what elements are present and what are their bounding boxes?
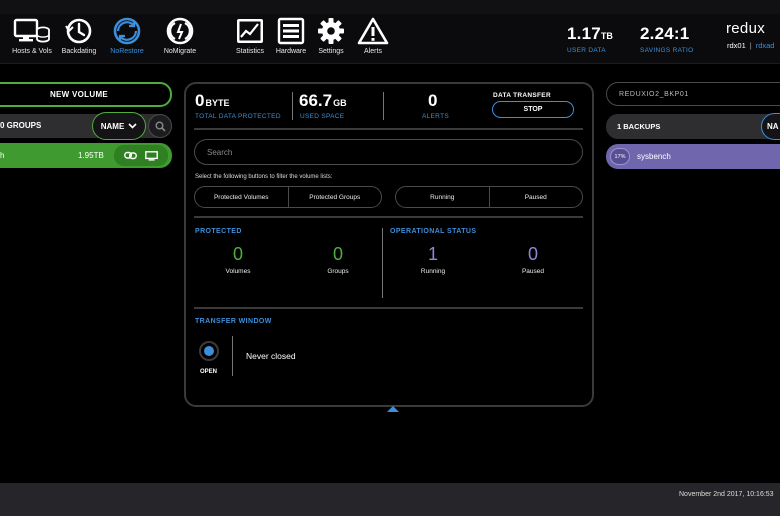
total-protected-value-wrap: 0BYTE (195, 91, 229, 111)
data-transfer-title: DATA TRANSFER (493, 92, 551, 99)
backup-server-name: REDUXIO2_BKP01 (619, 90, 689, 98)
running-counter: 1 Running (393, 244, 473, 275)
admin-link[interactable]: rdxad (756, 41, 775, 50)
footer-bar (0, 483, 780, 516)
paused-value: 0 (527, 244, 538, 264)
volume-name: h (0, 151, 5, 160)
backup-sort-label: NA (767, 122, 779, 131)
monitor-icon[interactable] (145, 150, 158, 161)
protected-groups-value: 0 (332, 244, 343, 264)
status-filter-group: Running Paused (395, 186, 583, 208)
statistics-icon (237, 19, 263, 43)
transfer-window-state: OPEN (200, 369, 218, 375)
used-space-value: 66.7 (299, 91, 333, 110)
protected-volumes-counter: 0 Volumes (198, 244, 278, 275)
protected-groups-counter: 0 Groups (298, 244, 378, 275)
sort-label: NAME (100, 121, 125, 131)
protected-groups-label: Groups (327, 268, 349, 275)
footer-datetime: November 2nd 2017, 10:16:53 (679, 491, 774, 498)
panel-divider (194, 216, 583, 218)
nav-nomigrate[interactable]: NoMigrate (152, 17, 208, 55)
stat-divider (292, 92, 293, 120)
stat-divider (383, 92, 384, 120)
filter-hint: Select the following buttons to filter t… (195, 174, 333, 180)
sort-dropdown[interactable]: NAME (92, 112, 146, 140)
nav-norestore-label: NoRestore (110, 48, 144, 55)
transfer-divider (232, 336, 233, 376)
nav-alerts-label: Alerts (364, 48, 382, 55)
brand-subline: rdx01 | rdxad (727, 41, 774, 50)
paused-label: Paused (521, 268, 545, 275)
used-space-value-wrap: 66.7GB (299, 91, 347, 111)
hardware-icon (277, 17, 305, 45)
backup-row[interactable] (606, 144, 780, 169)
running-label: Running (420, 268, 446, 275)
nav-alerts[interactable]: Alerts (345, 17, 401, 55)
backup-server-selector[interactable]: REDUXIO2_BKP01 (606, 82, 780, 106)
stop-transfer-label: STOP (523, 106, 543, 113)
savings-ratio-label: SAVINGS RATIO (640, 47, 694, 54)
alert-triangle-icon (357, 17, 389, 45)
user-data-metric: 1.17TB USER DATA (567, 24, 613, 54)
gear-icon (318, 18, 344, 44)
filter-protected-groups[interactable]: Protected Groups (287, 187, 382, 207)
volume-actions (114, 145, 168, 166)
filter-paused[interactable]: Paused (488, 187, 583, 207)
transfer-window-radio[interactable] (199, 341, 219, 361)
search-icon (155, 121, 166, 132)
stop-transfer-button[interactable]: STOP (492, 101, 574, 118)
user-data-value: 1.17 (567, 24, 601, 43)
backdating-clock-icon (65, 18, 92, 44)
alerts-value: 0 (428, 91, 438, 110)
protected-filter-group: Protected Volumes Protected Groups (194, 186, 382, 208)
alerts-value-wrap: 0 (428, 91, 437, 111)
section-divider (382, 228, 383, 298)
norestore-icon (113, 17, 141, 45)
used-space-label: USED SPACE (300, 113, 345, 120)
volume-search[interactable] (194, 139, 583, 165)
volume-size: 1.95TB (78, 151, 104, 160)
backup-name: sysbench (637, 152, 671, 161)
nav-norestore[interactable]: NoRestore (99, 17, 155, 55)
filter-protected-volumes[interactable]: Protected Volumes (195, 187, 288, 207)
total-protected-label: TOTAL DATA PROTECTED (195, 113, 281, 120)
hosts-vols-icon (13, 18, 50, 43)
protected-volumes-value: 0 (232, 244, 243, 264)
filter-running[interactable]: Running (396, 187, 489, 207)
search-button[interactable] (148, 114, 172, 138)
chevron-down-icon (128, 123, 137, 129)
user-data-unit: TB (600, 31, 613, 41)
alerts-label: ALERTS (422, 113, 449, 120)
panel-pointer-caret (387, 406, 399, 412)
total-protected-unit: BYTE (205, 98, 230, 108)
host-separator: | (749, 41, 752, 50)
operational-status-title: OPERATIONAL STATUS (390, 228, 477, 235)
search-input[interactable] (207, 146, 567, 158)
brand-logo: redux (726, 20, 766, 37)
backup-progress-badge: 17% (610, 148, 630, 165)
savings-ratio-metric: 2.24:1 SAVINGS RATIO (640, 24, 694, 54)
used-space-unit: GB (333, 98, 347, 108)
host-name: rdx01 (727, 41, 746, 50)
link-icon[interactable] (124, 151, 137, 160)
savings-ratio-value: 2.24:1 (640, 24, 690, 43)
groups-count: 0 GROUPS (0, 121, 42, 130)
paused-counter: 0 Paused (493, 244, 573, 275)
transfer-window-title: TRANSFER WINDOW (195, 318, 272, 325)
new-volume-button[interactable]: NEW VOLUME (0, 82, 172, 107)
panel-divider (194, 128, 583, 130)
total-protected-value: 0 (195, 91, 205, 110)
running-value: 1 (427, 244, 438, 264)
new-volume-label: NEW VOLUME (49, 90, 109, 99)
user-data-label: USER DATA (567, 47, 606, 54)
panel-divider (194, 307, 583, 309)
protected-title: PROTECTED (195, 228, 242, 235)
nav-nomigrate-label: NoMigrate (163, 48, 197, 55)
nomigrate-icon (166, 17, 194, 45)
protected-volumes-label: Volumes (225, 268, 251, 275)
backups-count: 1 BACKUPS (617, 122, 661, 131)
transfer-window-status: Never closed (246, 351, 296, 361)
